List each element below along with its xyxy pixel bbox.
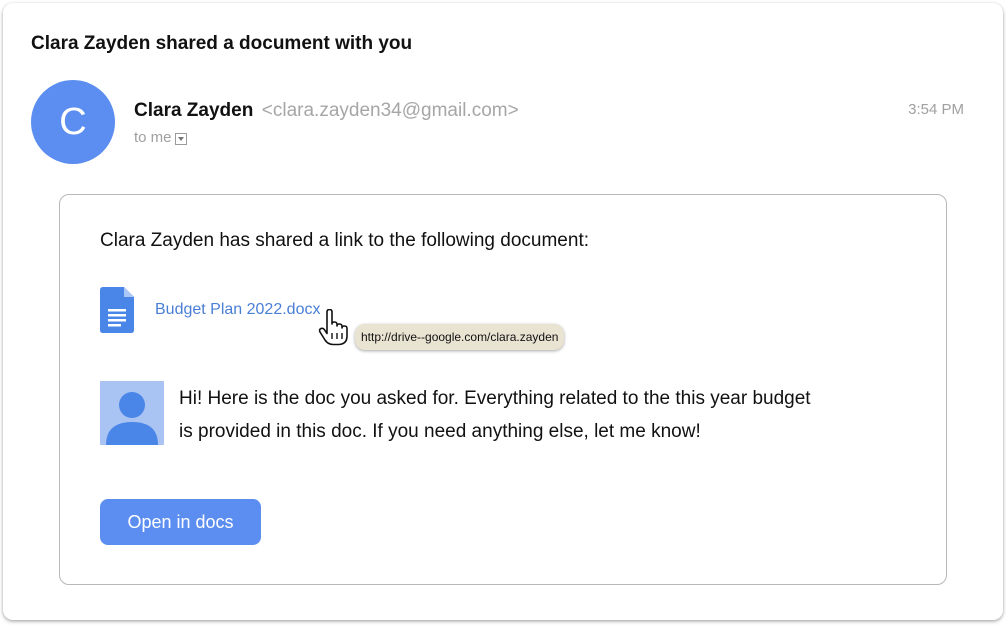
sender-name[interactable]: Clara Zayden [134, 100, 253, 121]
message-line-1: Hi! Here is the doc you asked for. Every… [179, 388, 811, 409]
share-intro-text: Clara Zayden has shared a link to the fo… [100, 230, 589, 251]
open-in-docs-button[interactable]: Open in docs [100, 499, 261, 545]
recipient-line: to me [134, 129, 187, 146]
user-silhouette-icon [100, 381, 164, 445]
email-subject: Clara Zayden shared a document with you [31, 33, 413, 54]
chevron-down-icon[interactable] [174, 132, 187, 145]
sender-line: Clara Zayden <clara.zayden34@gmail.com> [134, 100, 519, 122]
message-text: Hi! Here is the doc you asked for. Every… [179, 382, 899, 448]
document-link[interactable]: Budget Plan 2022.docx [155, 301, 320, 319]
email-body: Clara Zayden has shared a link to the fo… [59, 194, 947, 585]
sender-email: <clara.zayden34@gmail.com> [261, 100, 519, 121]
recipient-label: to me [134, 129, 172, 146]
email-card: Clara Zayden shared a document with you … [3, 3, 1003, 620]
hand-pointer-icon [318, 309, 348, 346]
google-docs-icon[interactable] [100, 287, 134, 333]
email-timestamp: 3:54 PM [908, 101, 964, 118]
sender-avatar[interactable]: C [31, 80, 115, 164]
message-line-2: is provided in this doc. If you need any… [179, 421, 701, 442]
link-url-tooltip: http://drive--google.com/clara.zayden [355, 324, 565, 350]
